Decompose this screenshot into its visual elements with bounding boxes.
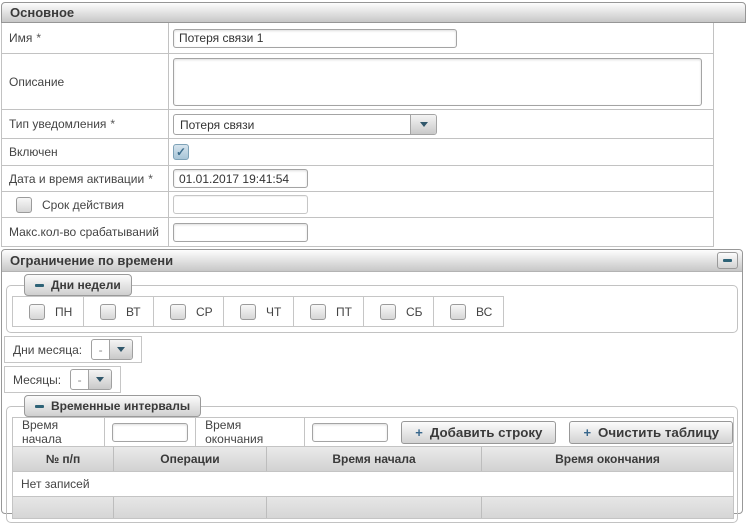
month-days-select[interactable]: - — [91, 339, 133, 360]
chevron-down-icon — [420, 122, 428, 127]
main-settings-panel: Основное Имя * Описание Тип уведомления … — [1, 2, 746, 247]
time-limit-panel: Ограничение по времени Дни недели ПН ВТ … — [1, 249, 743, 514]
validity-period-label-cell: Срок действия — [2, 192, 169, 217]
time-intervals-legend: Временные интервалы — [51, 399, 190, 413]
intervals-table-footer — [13, 497, 733, 518]
end-time-input[interactable] — [312, 423, 388, 442]
plus-icon: + — [415, 425, 423, 440]
footer-cell — [482, 497, 733, 518]
time-intervals-grid: Время начала Время окончания + Добавить … — [12, 417, 734, 519]
chevron-down-icon — [96, 377, 104, 382]
start-time-label: Время начала — [13, 418, 105, 446]
column-header-operations: Операции — [114, 447, 267, 471]
required-marker: * — [36, 31, 41, 45]
weekdays-collapse-button[interactable]: Дни недели — [24, 274, 132, 296]
collapse-panel-button[interactable] — [717, 252, 738, 269]
weekday-cell-wed: СР — [153, 297, 223, 326]
weekday-cell-sat: СБ — [363, 297, 433, 326]
required-marker: * — [110, 117, 115, 131]
column-header-number: № п/п — [13, 447, 114, 471]
weekday-checkbox-tue[interactable] — [100, 304, 116, 320]
column-header-end-time: Время окончания — [482, 447, 733, 471]
footer-cell — [114, 497, 267, 518]
months-value: - — [71, 370, 88, 389]
footer-cell — [13, 497, 114, 518]
activation-datetime-row: Дата и время активации * — [2, 165, 713, 191]
weekday-checkbox-wed[interactable] — [170, 304, 186, 320]
weekdays-row: ПН ВТ СР ЧТ ПТ СБ — [12, 296, 504, 327]
clear-table-button[interactable]: + Очистить таблицу — [569, 421, 733, 444]
activation-datetime-input[interactable] — [173, 169, 308, 188]
notification-type-row: Тип уведомления * Потеря связи — [2, 109, 713, 138]
notification-type-label: Тип уведомления * — [2, 110, 169, 138]
notification-type-value: Потеря связи — [174, 115, 410, 134]
minus-icon — [35, 284, 44, 287]
months-box: Месяцы: - — [4, 366, 121, 393]
validity-period-input[interactable] — [173, 195, 308, 214]
start-time-input[interactable] — [112, 423, 188, 442]
time-intervals-collapse-button[interactable]: Временные интервалы — [24, 395, 201, 417]
intervals-table-empty-row: Нет записей — [13, 472, 733, 497]
chevron-down-icon — [117, 347, 125, 352]
name-row: Имя * — [2, 23, 713, 53]
time-limit-panel-header: Ограничение по времени — [2, 250, 742, 272]
column-header-start-time: Время начала — [267, 447, 482, 471]
weekday-cell-thu: ЧТ — [223, 297, 293, 326]
description-textarea[interactable] — [173, 58, 702, 106]
month-days-label: Дни месяца: — [13, 343, 82, 357]
name-input[interactable] — [173, 29, 457, 48]
no-records-text: Нет записей — [21, 477, 90, 491]
time-limit-panel-title: Ограничение по времени — [10, 253, 173, 268]
weekday-cell-mon: ПН — [13, 297, 83, 326]
months-select[interactable]: - — [70, 369, 112, 390]
weekday-checkbox-thu[interactable] — [240, 304, 256, 320]
main-form-table: Имя * Описание Тип уведомления * Потеря — [1, 23, 714, 247]
validity-period-row: Срок действия — [2, 191, 713, 217]
main-panel-header: Основное — [1, 2, 746, 23]
months-dropdown-button[interactable] — [88, 370, 111, 389]
max-triggers-label: Макс.кол-во срабатываний — [2, 218, 169, 246]
validity-period-checkbox[interactable] — [16, 197, 32, 213]
enabled-row: Включен ✓ — [2, 138, 713, 165]
enabled-label: Включен — [2, 139, 169, 165]
minus-icon — [723, 259, 732, 262]
weekday-cell-tue: ВТ — [83, 297, 153, 326]
main-panel-title: Основное — [10, 5, 74, 20]
enabled-checkbox[interactable]: ✓ — [173, 144, 189, 160]
months-label: Месяцы: — [13, 373, 61, 387]
intervals-table-header: № п/п Операции Время начала Время оконча… — [13, 447, 733, 472]
month-days-dropdown-button[interactable] — [109, 340, 132, 359]
description-row: Описание — [2, 53, 713, 109]
weekday-cell-fri: ПТ — [293, 297, 363, 326]
weekdays-fieldset: Дни недели ПН ВТ СР ЧТ ПТ — [6, 274, 738, 333]
validity-period-label: Срок действия — [42, 198, 124, 212]
end-time-label: Время окончания — [195, 418, 305, 446]
month-days-box: Дни месяца: - — [4, 336, 142, 363]
weekday-cell-sun: ВС — [433, 297, 503, 326]
interval-entry-row: Время начала Время окончания + Добавить … — [13, 418, 733, 447]
name-label: Имя * — [2, 23, 169, 53]
footer-cell — [267, 497, 482, 518]
weekday-checkbox-sat[interactable] — [380, 304, 396, 320]
weekday-checkbox-sun[interactable] — [450, 304, 466, 320]
description-label: Описание — [2, 54, 169, 109]
notification-type-select[interactable]: Потеря связи — [173, 114, 437, 135]
month-days-value: - — [92, 340, 109, 359]
required-marker: * — [148, 172, 153, 186]
weekday-checkbox-fri[interactable] — [310, 304, 326, 320]
max-triggers-input[interactable] — [173, 223, 308, 242]
time-intervals-fieldset: Временные интервалы Время начала Время о… — [6, 395, 738, 523]
weekdays-legend: Дни недели — [51, 278, 121, 292]
max-triggers-row: Макс.кол-во срабатываний — [2, 217, 713, 246]
notification-type-dropdown-button[interactable] — [410, 115, 436, 134]
weekday-checkbox-mon[interactable] — [29, 304, 45, 320]
plus-icon: + — [583, 425, 591, 440]
activation-datetime-label: Дата и время активации * — [2, 166, 169, 191]
minus-icon — [35, 405, 44, 408]
add-row-button[interactable]: + Добавить строку — [401, 421, 556, 444]
